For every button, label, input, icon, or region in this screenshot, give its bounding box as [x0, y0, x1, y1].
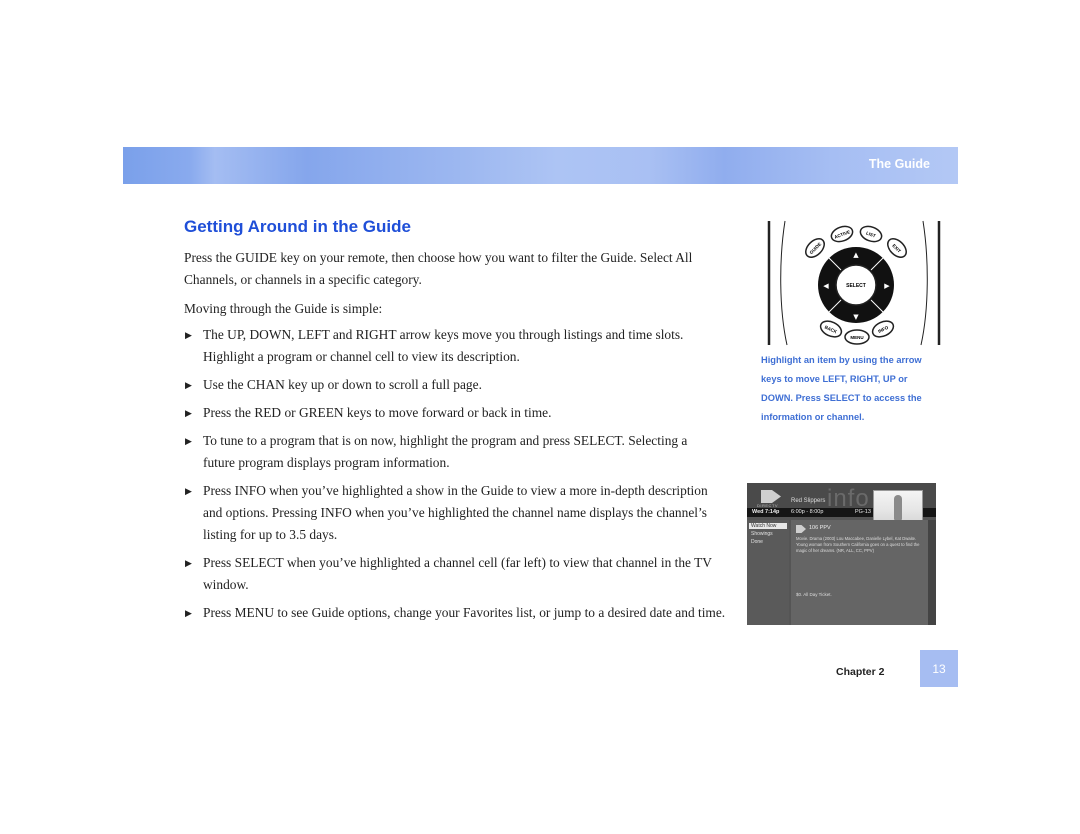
chapter-label: Chapter 2: [836, 666, 885, 678]
tv-info-screen: DIRECTV info Red Slippers Wed 7:14p 6:00…: [747, 483, 936, 625]
page-number-box: 13: [920, 650, 958, 687]
channel-logo-icon: [796, 525, 806, 533]
exit-button: EXIT: [887, 238, 907, 258]
triangle-right-icon: ▶: [185, 486, 192, 496]
list-item-text: Press INFO when you’ve highlighted a sho…: [203, 483, 708, 542]
back-button: BACK: [819, 320, 843, 338]
tv-footer-note: $0. All Day Ticket.: [796, 592, 832, 597]
list-item-text: Press the RED or GREEN keys to move forw…: [203, 405, 552, 420]
page-number: 13: [932, 662, 946, 676]
directv-logo-icon: [761, 490, 781, 503]
triangle-right-icon: ▶: [185, 380, 192, 390]
tv-program-title: Red Slippers: [791, 498, 826, 504]
tv-preview-thumbnail: [873, 490, 923, 523]
remote-caption: Highlight an item by using the arrow key…: [761, 355, 922, 422]
list-item-text: To tune to a program that is on now, hig…: [203, 433, 688, 470]
remote-control-illustration: GUIDE ACTIVE LIST EXIT ▲ ▼ ◀ ▶ SELECT BA…: [767, 220, 941, 346]
section-banner: The Guide: [123, 147, 958, 184]
select-button: SELECT: [835, 264, 877, 306]
up-arrow-icon: ▲: [853, 251, 859, 259]
list-item-text: Use the CHAN key up or down to scroll a …: [203, 377, 482, 392]
tv-right-edge: [928, 520, 936, 625]
intro-paragraph: Press the GUIDE key on your remote, then…: [184, 250, 693, 287]
active-button: ACTIVE: [830, 225, 854, 243]
triangle-right-icon: ▶: [185, 436, 192, 446]
menu-button: MENU: [844, 329, 870, 345]
tv-options-menu: Watch Now Showings Done: [747, 520, 789, 625]
tv-channel: 106 PPV: [809, 525, 831, 531]
list-item: ▶ The UP, DOWN, LEFT and RIGHT arrow keys…: [184, 324, 713, 368]
list-button: LIST: [859, 225, 883, 243]
list-item: ▶ Press the RED or GREEN keys to move for…: [184, 402, 744, 424]
lead-in-paragraph: Moving through the Guide is simple:: [184, 301, 383, 316]
tv-description: Movie. Drama (2003) Lou Maccabee, Daniel…: [796, 536, 920, 553]
person-image-icon: [894, 495, 902, 520]
list-item-text: The UP, DOWN, LEFT and RIGHT arrow keys …: [203, 327, 684, 364]
list-item: ▶ Press INFO when you’ve highlighted a sh…: [184, 480, 723, 546]
left-arrow-icon: ◀: [823, 282, 829, 290]
instructions-list: ▶ The UP, DOWN, LEFT and RIGHT arrow keys…: [184, 324, 744, 630]
triangle-right-icon: ▶: [185, 558, 192, 568]
tv-current-time: Wed 7:14p: [752, 509, 780, 515]
tv-description-panel: 106 PPV Movie. Drama (2003) Lou Maccabee…: [791, 520, 928, 625]
triangle-right-icon: ▶: [185, 408, 192, 418]
info-button: INFO: [871, 320, 895, 338]
guide-button: GUIDE: [805, 238, 825, 258]
triangle-right-icon: ▶: [185, 330, 192, 340]
menu-button-label: MENU: [850, 335, 863, 340]
section-title: The Guide: [868, 157, 930, 171]
down-arrow-icon: ▼: [853, 313, 859, 321]
page-heading: Getting Around in the Guide: [184, 217, 411, 236]
tv-menu-item-showings: Showings: [751, 531, 773, 537]
tv-rating: PG-13: [855, 509, 871, 515]
list-item: ▶ Use the CHAN key up or down to scroll a…: [184, 374, 744, 396]
list-item: ▶ Press SELECT when you’ve highlighted a …: [184, 552, 723, 596]
tv-time-slot: 6:00p - 8:00p: [791, 509, 824, 515]
list-item: ▶ To tune to a program that is on now, hi…: [184, 430, 713, 474]
select-button-label: SELECT: [846, 283, 866, 289]
list-item-text: Press MENU to see Guide options, change …: [203, 605, 726, 620]
tv-menu-item-watch-now: Watch Now: [749, 523, 787, 529]
tv-menu-item-done: Done: [751, 539, 763, 545]
list-item-text: Press SELECT when you’ve highlighted a c…: [203, 555, 712, 592]
right-arrow-icon: ▶: [884, 282, 890, 290]
triangle-right-icon: ▶: [185, 608, 192, 618]
list-item: ▶ Press MENU to see Guide options, change…: [184, 602, 763, 624]
